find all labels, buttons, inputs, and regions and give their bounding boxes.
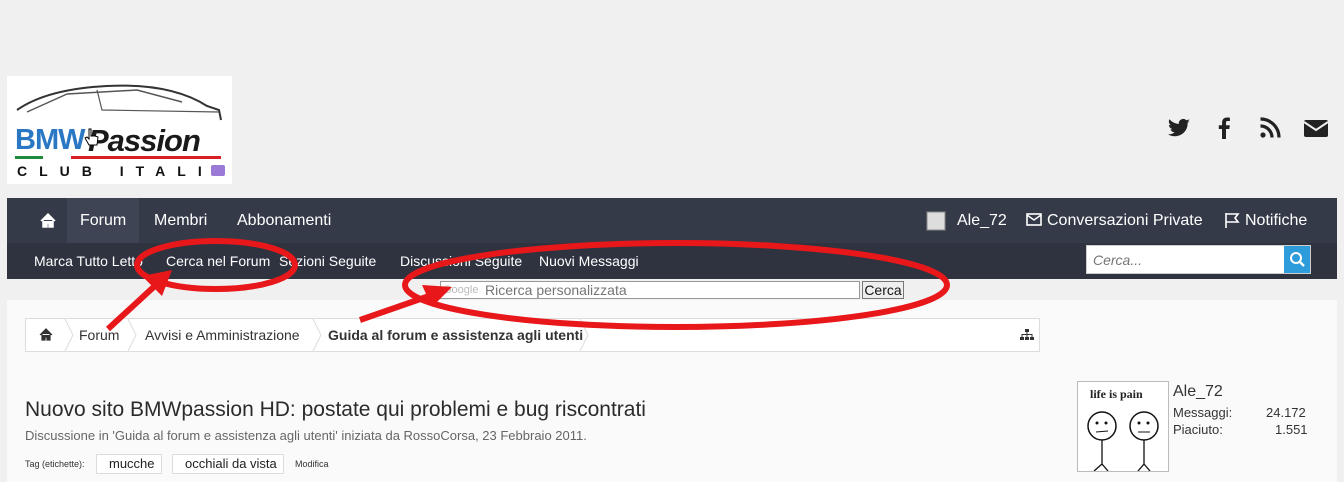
tags-label: Tag (etichette): [25,459,85,469]
user-avatar[interactable] [926,198,946,243]
breadcrumb-separator [127,319,137,351]
nav-sub-watched-sections[interactable]: Sezioni Seguite [279,243,376,279]
breadcrumb-separator [579,319,589,351]
hand-cursor-icon [84,128,99,146]
nav-notifications[interactable]: Notifiche [1245,198,1307,243]
nav-home[interactable] [29,198,67,243]
nav-username[interactable]: Ale_72 [957,198,1007,243]
edit-tags-link[interactable]: Modifica [295,459,329,469]
nav-tab-membri[interactable]: Membri [154,198,207,243]
flag-icon [1223,198,1243,243]
google-search-input[interactable] [485,282,845,298]
google-search-button[interactable]: Cerca [862,281,904,299]
user-card-name[interactable]: Ale_72 [1173,383,1223,401]
logo-subtitle: CLUB ITALI [17,163,214,179]
breadcrumb-forum[interactable]: Forum [79,319,119,351]
twitter-icon[interactable] [1165,114,1193,142]
thread-title: Nuovo sito BMWpassion HD: postate qui pr… [25,398,646,421]
main-navigation: Forum Membri Abbonamenti Ale_72 Conversa… [7,198,1337,279]
thread-meta: Discussione in 'Guida al forum e assiste… [25,428,587,443]
nav-primary: Forum Membri Abbonamenti Ale_72 Conversa… [7,198,1337,243]
logo-stripe-green [15,156,43,159]
google-watermark: Google [443,284,479,296]
logo-passion-text: Passion [88,123,201,158]
forum-search-button[interactable] [1284,246,1310,273]
home-icon [39,328,53,341]
mail-icon[interactable] [1302,114,1330,142]
facebook-icon[interactable] [1210,114,1238,142]
logo-stripe-white [43,156,71,159]
nav-sub-search-forum[interactable]: Cerca nel Forum [166,243,270,279]
home-icon [40,212,56,228]
breadcrumb-home[interactable] [36,319,56,351]
logo-stripe-red [71,156,221,159]
tag-item[interactable]: mucche [96,454,162,474]
nav-sub-mark-read[interactable]: Marca Tutto Letto [34,243,143,279]
envelope-icon [1025,198,1045,243]
sitemap-button[interactable] [1019,319,1035,351]
logo-bmw-text: BMW [15,124,85,156]
breadcrumb-separator [312,319,322,351]
breadcrumb-announcements[interactable]: Avvisi e Amministrazione [145,319,300,351]
tag-item[interactable]: occhiali da vista [172,454,284,474]
breadcrumb-separator [64,319,74,351]
user-card-avatar[interactable]: life is pain [1077,381,1169,472]
breadcrumb-current[interactable]: Guida al forum e assistenza agli utenti [328,319,583,351]
nav-sub-new-posts[interactable]: Nuovi Messaggi [539,243,639,279]
stat-messages-value: 24.172 [1266,405,1306,420]
camera-icon [211,165,225,176]
avatar-icon [926,211,946,231]
forum-search-input[interactable] [1087,246,1285,274]
nav-tab-abbonamenti[interactable]: Abbonamenti [237,198,331,243]
rss-icon[interactable] [1256,114,1284,142]
stat-likes-value: 1.551 [1275,422,1308,437]
sitemap-icon [1020,329,1034,340]
stat-messages-label: Messaggi: [1173,405,1233,420]
google-custom-search: Google [440,281,860,299]
breadcrumb: Forum Avvisi e Amministrazione Guida al … [25,318,1040,352]
nav-sub-watched-threads[interactable]: Discussioni Seguite [400,243,522,279]
stat-likes-label: Piaciuto: [1173,422,1223,437]
forum-search-box [1086,245,1311,274]
site-logo[interactable]: BMW Passion CLUB ITALI [7,76,232,184]
search-icon [1290,252,1305,267]
nav-secondary: Marca Tutto Letto Cerca nel Forum Sezion… [7,243,1337,279]
stick-figures-icon [1087,411,1159,471]
nav-tab-forum[interactable]: Forum [67,198,140,243]
avatar-caption: life is pain [1090,387,1143,401]
nav-conversations[interactable]: Conversazioni Private [1047,198,1203,243]
